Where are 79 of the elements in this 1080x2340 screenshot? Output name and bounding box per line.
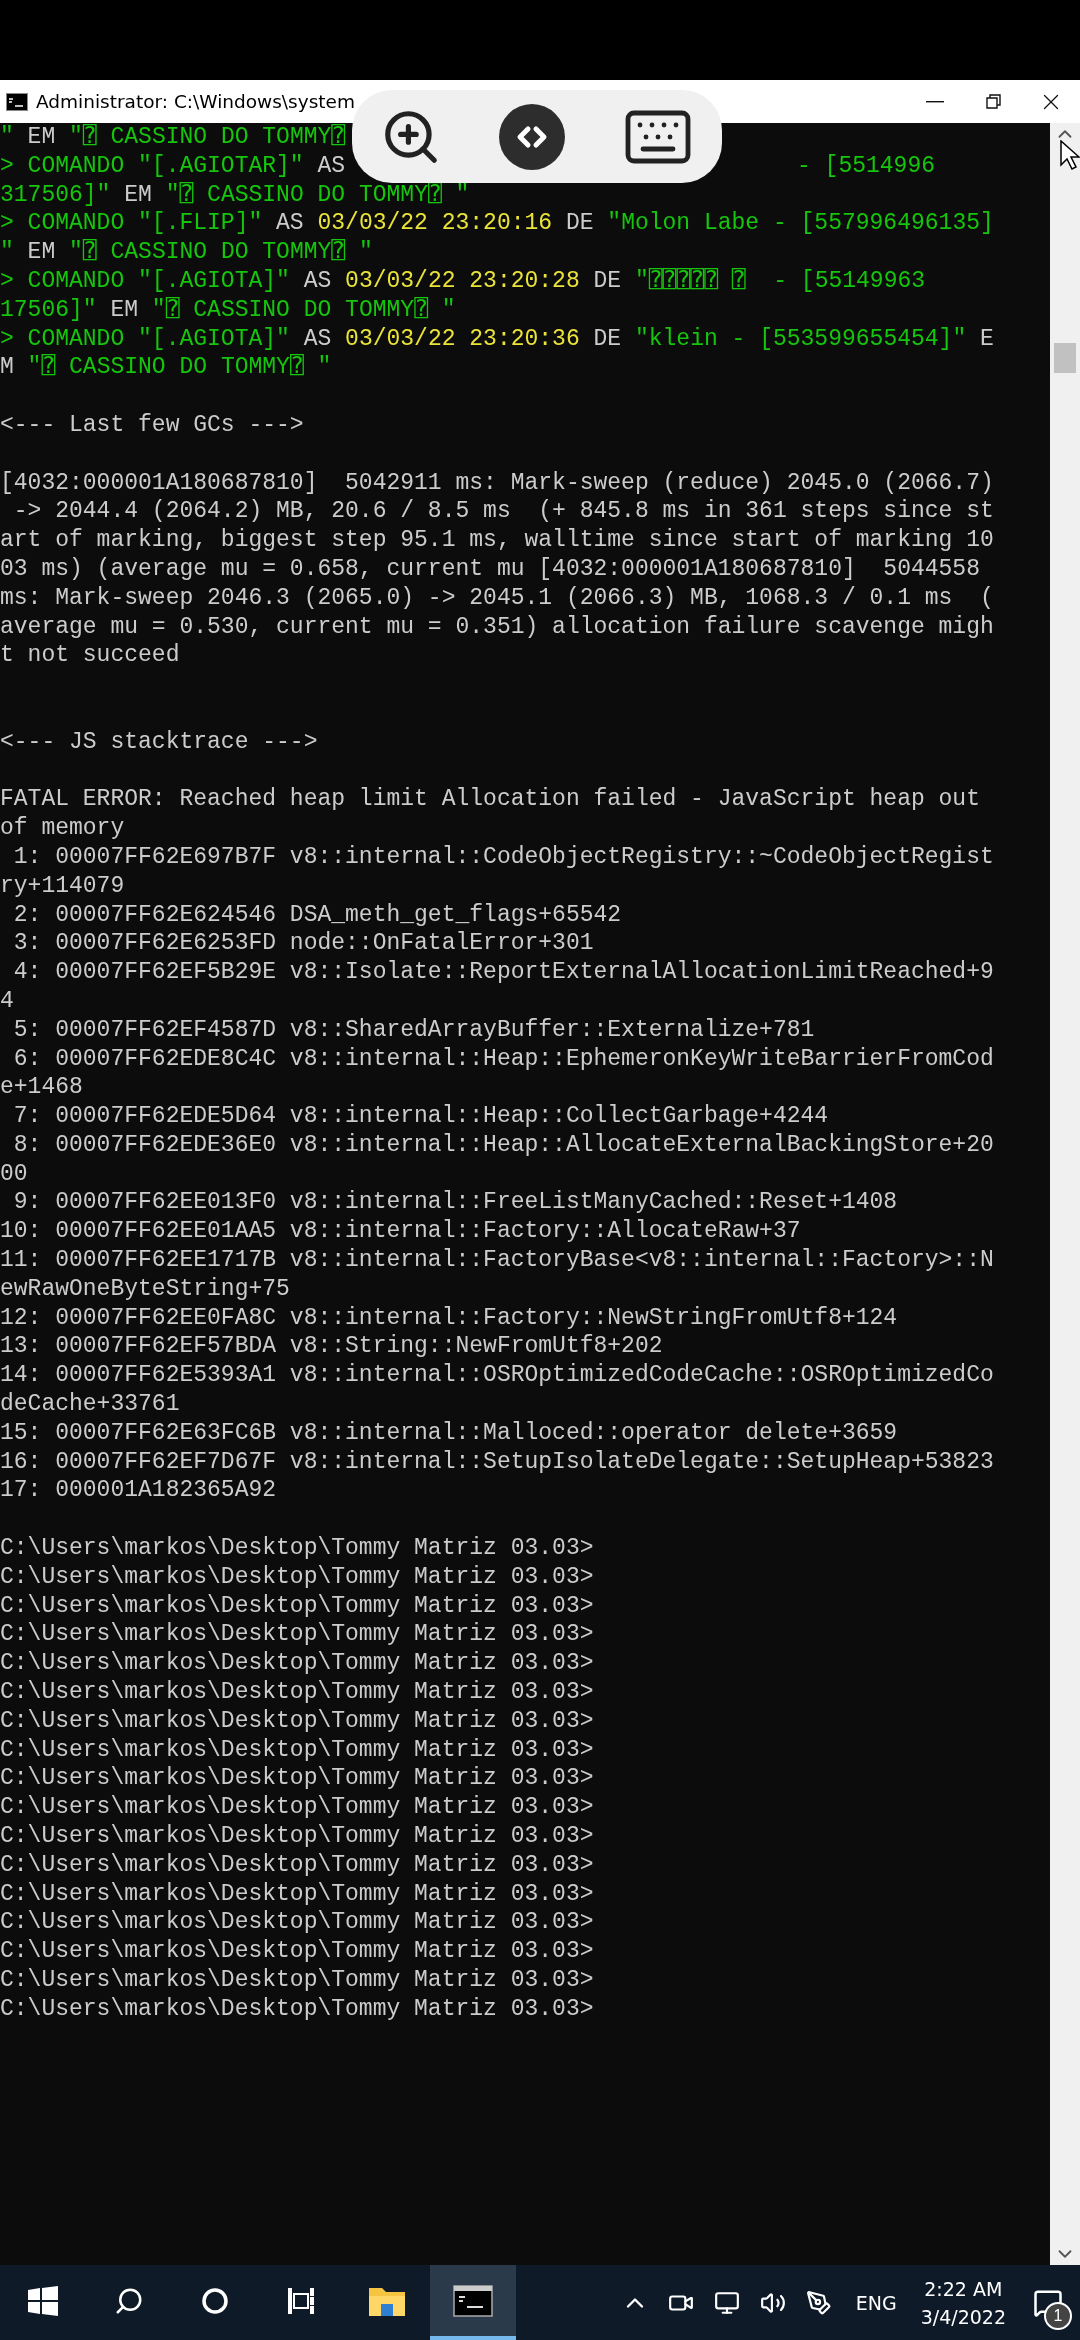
window-title: Administrator: C:\Windows\system bbox=[36, 91, 356, 112]
console-line: C:\Users\markos\Desktop\Tommy Matriz 03.03> bbox=[0, 1994, 594, 2024]
console-line: <--- JS stacktrace ---> bbox=[0, 727, 318, 757]
console-line: 16: 00007FF62EF7D67F v8::internal::SetupIsolateDelegate::SetupHeap+53823 bbox=[0, 1447, 994, 1477]
connection-button[interactable] bbox=[498, 102, 566, 171]
clock[interactable]: 2:22 AM 3/4/2022 bbox=[910, 2274, 1016, 2331]
console-line: C:\Users\markos\Desktop\Tommy Matriz 03.03> bbox=[0, 1649, 594, 1679]
console-line: > COMANDO "[.AGIOTA]" AS 03/03/22 23:20:28 DE "⍰⍰⍰⍰⍰ ⍰ - [55149963 bbox=[0, 267, 926, 296]
console-line: FATAL ERROR: Reached heap limit Allocation failed - JavaScript heap out bbox=[0, 785, 980, 815]
connection-icon bbox=[498, 102, 566, 171]
console-line: C:\Users\markos\Desktop\Tommy Matriz 03.03> bbox=[0, 1937, 594, 1966]
circle-icon bbox=[201, 2286, 229, 2315]
console-line: > COMANDO "[.AGIOTAR]" AS bbox=[0, 151, 346, 181]
console-line: 15: 00007FF62E63FC6B v8::internal::Malloced::operator delete+3659 bbox=[0, 1418, 898, 1448]
console-line: C:\Users\markos\Desktop\Tommy Matriz 03.03> bbox=[0, 1706, 594, 1736]
console-line: <--- Last few GCs ---> bbox=[0, 410, 304, 440]
console-line: M "⍰ CASSINO DO TOMMY⍰ " bbox=[0, 353, 332, 383]
console-line: C:\Users\markos\Desktop\Tommy Matriz 03.03> bbox=[0, 1908, 594, 1938]
console-line: 12: 00007FF62EE0FA8C v8::internal::Factory::NewStringFromUtf8+124 bbox=[0, 1303, 898, 1333]
language-indicator[interactable]: ENG bbox=[855, 2291, 897, 2314]
console-line: -> 2044.4 (2064.2) MB, 20.6 / 8.5 ms (+ 845.8 ms in 361 steps since st bbox=[12, 497, 994, 527]
console-line: C:\Users\markos\Desktop\Tommy Matriz 03.03> bbox=[0, 1850, 594, 1880]
console-line: C:\Users\markos\Desktop\Tommy Matriz 03.03> bbox=[0, 1562, 594, 1592]
console-line: 3: 00007FF62E6253FD node::OnFatalError+301 bbox=[12, 929, 594, 959]
console-line: 03 ms) (average mu = 0.658, current mu [4032:000001A180687810] 5044558 bbox=[0, 554, 980, 584]
scrollbar-thumb[interactable] bbox=[1054, 343, 1076, 373]
console-line: C:\Users\markos\Desktop\Tommy Matriz 03.03> bbox=[0, 1879, 594, 1909]
console-line: ms: Mark-sweep 2046.3 (2065.0) -> 2045.1 (2066.3) MB, 1068.3 / 0.1 ms ( bbox=[0, 583, 994, 613]
console-line: 9: 00007FF62EE013F0 v8::internal::FreeListManyCached::Reset+1408 bbox=[12, 1188, 898, 1218]
console-line: art of marking, biggest step 95.1 ms, walltime since start of marking 10 bbox=[0, 526, 994, 555]
console-line: 1: 00007FF62E697B7F v8::internal::CodeObjectRegistry::~CodeObjectRegist bbox=[12, 842, 994, 872]
console-line: 7: 00007FF62EDE5D64 v8::internal::Heap::CollectGarbage+4244 bbox=[12, 1102, 829, 1131]
console-line: C:\Users\markos\Desktop\Tommy Matriz 03.03> bbox=[0, 1966, 594, 1995]
console-line: 4: 00007FF62EF5B29E v8::Isolate::ReportExternalAllocationLimitReached+9 bbox=[12, 958, 994, 987]
windows-logo-icon bbox=[28, 2285, 58, 2316]
cursor-icon bbox=[1060, 140, 1080, 170]
console-line: 8: 00007FF62EDE36E0 v8::internal::Heap::AllocateExternalBackingStore+20 bbox=[12, 1130, 994, 1160]
console-line: 6: 00007FF62EDE8C4C v8::internal::Heap::EphemeronKeyWriteBarrierFromCod bbox=[12, 1044, 994, 1074]
console-line: C:\Users\markos\Desktop\Tommy Matriz 03.03> bbox=[0, 1822, 594, 1851]
console-line: 13: 00007FF62EF57BDA v8::String::NewFromUtf8+202 bbox=[0, 1332, 663, 1362]
console-line: t not succeed bbox=[0, 641, 180, 671]
console-line: 4 bbox=[0, 986, 14, 1016]
console-line: ry+114079 bbox=[0, 871, 125, 901]
console-line: C:\Users\markos\Desktop\Tommy Matriz 03.03> bbox=[0, 1793, 594, 1822]
console-line: > COMANDO "[.AGIOTA]" AS 03/03/22 23:20:36 DE "klein - [553599655454]" E bbox=[0, 324, 994, 354]
console-line: e+1468 bbox=[0, 1073, 83, 1103]
console-line: average mu = 0.530, current mu = 0.351) allocation failure scavenge migh bbox=[0, 612, 994, 642]
console-line: C:\Users\markos\Desktop\Tommy Matriz 03.03> bbox=[0, 1591, 594, 1621]
console-line: ewRawOneByteString+75 bbox=[0, 1274, 290, 1304]
console-line: " EM "⍰ CASSINO DO TOMMY⍰ " bbox=[0, 238, 373, 267]
console-line: 14: 00007FF62E5393A1 v8::internal::OSROptimizedCodeCache::OSROptimizedCo bbox=[0, 1361, 994, 1391]
console-line: 00 bbox=[0, 1159, 28, 1189]
console-line: C:\Users\markos\Desktop\Tommy Matriz 03.03> bbox=[0, 1678, 594, 1707]
console-line: 17: 000001A182365A92 bbox=[0, 1476, 277, 1506]
console-line: of memory bbox=[0, 814, 125, 843]
console-line: - [5514996 bbox=[796, 151, 935, 181]
console-line: C:\Users\markos\Desktop\Tommy Matriz 03.03> bbox=[0, 1534, 594, 1563]
minimize-icon bbox=[926, 100, 944, 103]
console-line: deCache+33761 bbox=[0, 1390, 180, 1419]
notification-button[interactable]: 1 bbox=[1016, 2265, 1080, 2340]
notification-badge: 1 bbox=[1044, 2302, 1072, 2330]
console-line: 17506]" EM "⍰ CASSINO DO TOMMY⍰ " bbox=[0, 295, 456, 325]
terminal-icon bbox=[6, 92, 28, 111]
console-line: 11: 00007FF62EE1717B v8::internal::FactoryBase<v8::internal::Factory>::N bbox=[0, 1246, 994, 1275]
console-line: > COMANDO "[.FLIP]" AS 03/03/22 23:20:16 DE "Molon Labe - [557996496135] bbox=[0, 209, 994, 239]
taskbar-app[interactable] bbox=[430, 2265, 516, 2340]
console-line: C:\Users\markos\Desktop\Tommy Matriz 03.03> bbox=[0, 1620, 594, 1650]
console-line: 2: 00007FF62E624546 DSA_meth_get_flags+65542 bbox=[12, 900, 622, 930]
console-line: C:\Users\markos\Desktop\Tommy Matriz 03.03> bbox=[0, 1735, 594, 1765]
console-line: 317506]" EM "⍰ CASSINO DO TOMMY⍰ " bbox=[0, 180, 470, 210]
console-line: C:\Users\markos\Desktop\Tommy Matriz 03.03> bbox=[0, 1764, 594, 1794]
terminal-icon bbox=[453, 2284, 493, 2317]
task-view-icon bbox=[286, 2285, 316, 2316]
scrollbar[interactable] bbox=[1050, 123, 1080, 2265]
console-line: 10: 00007FF62EE01AA5 v8::internal::Factory::AllocateRaw+37 bbox=[0, 1217, 801, 1247]
restore-icon bbox=[983, 91, 1003, 112]
console-line: 5: 00007FF62EF4587D v8::SharedArrayBuffer::Externalize+781 bbox=[12, 1015, 815, 1045]
console-line: " EM "⍰ CASSINO DO TOMMY⍰ bbox=[0, 123, 346, 152]
console-line: [4032:000001A180687810] 5042911 ms: Mark-sweep (reduce) 2045.0 (2066.7) bbox=[0, 468, 994, 498]
